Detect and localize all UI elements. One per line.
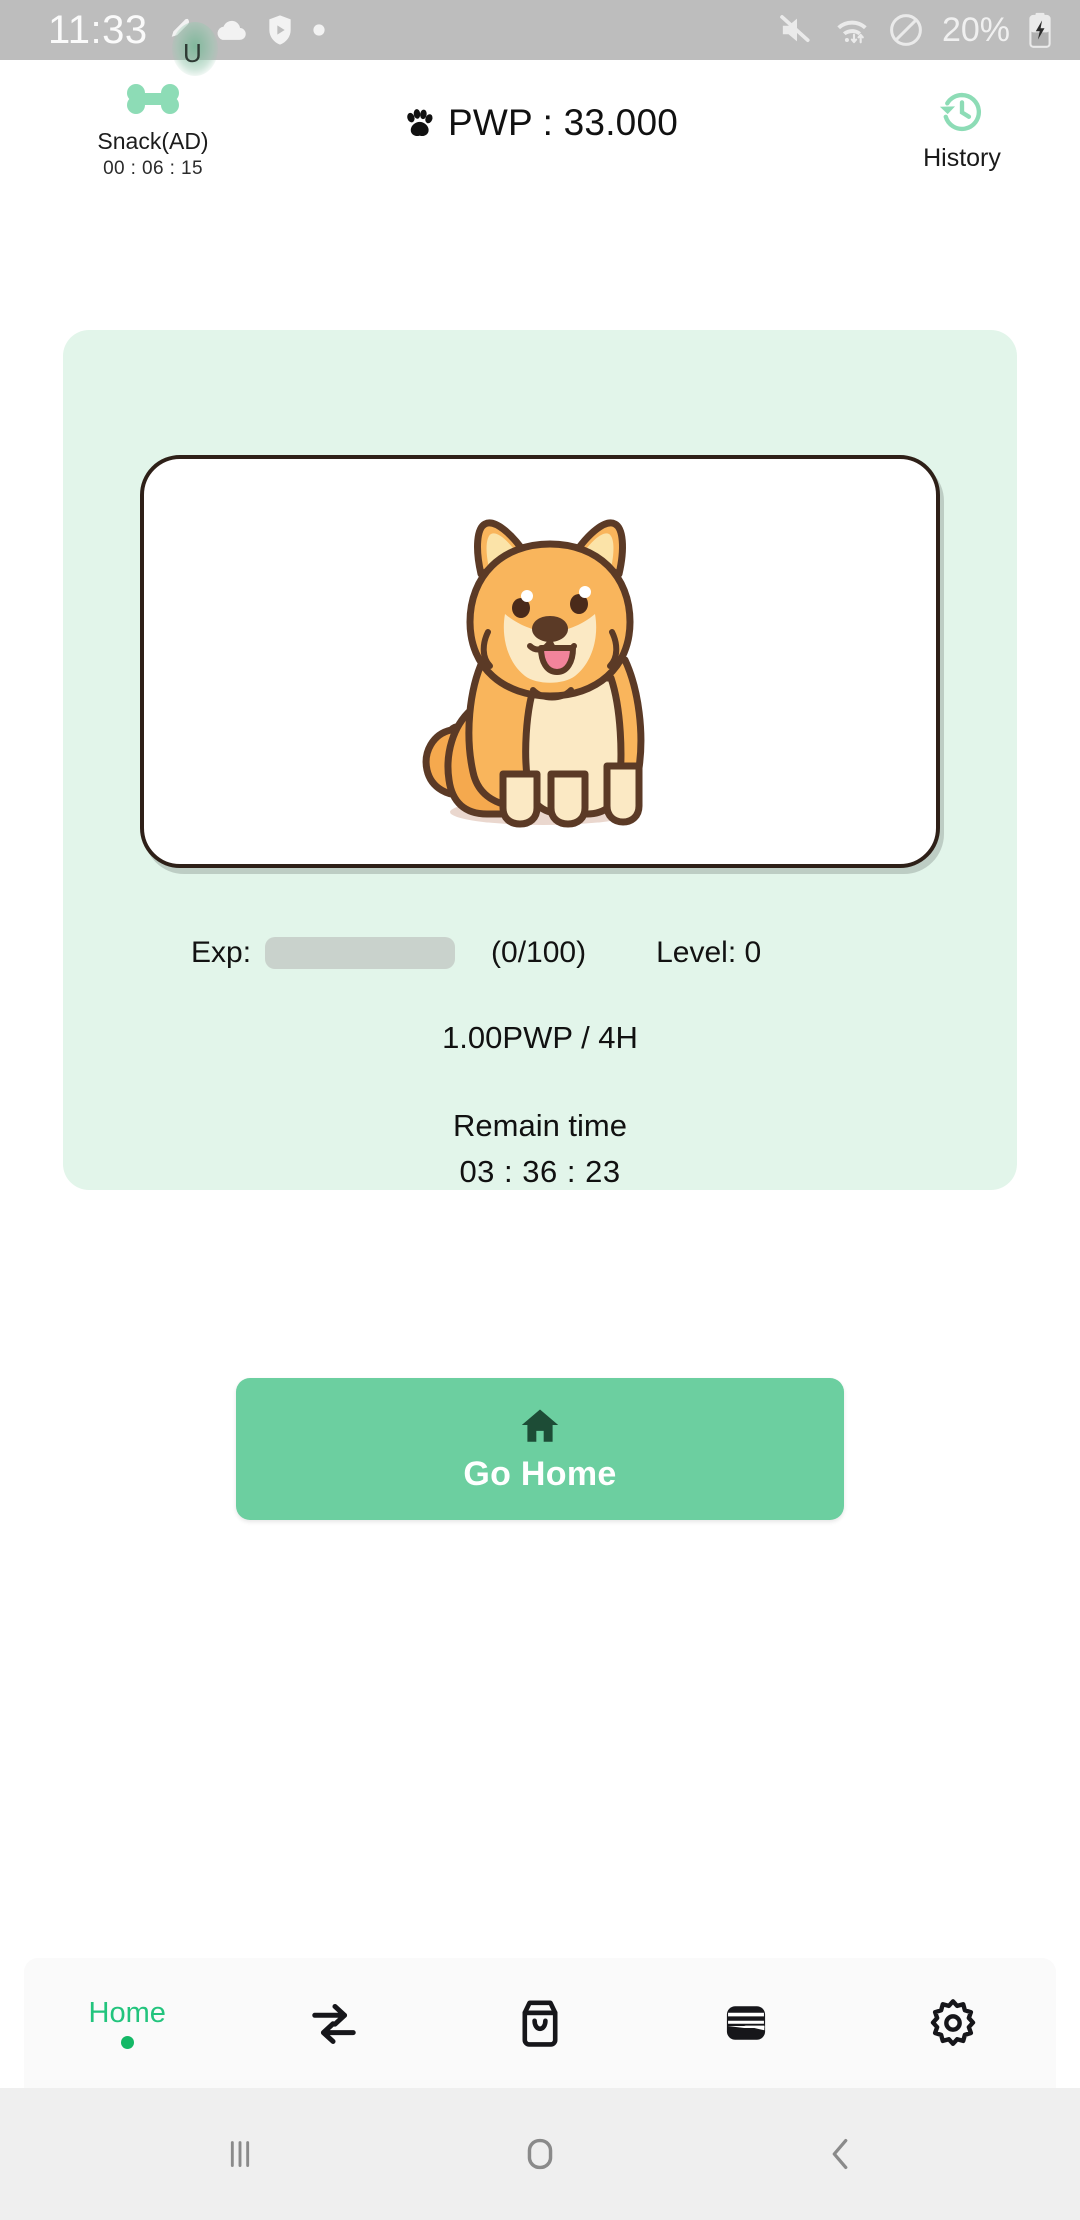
pet-image-frame <box>140 455 940 868</box>
system-recents-button[interactable] <box>175 2088 305 2220</box>
status-clock: 11:33 <box>48 7 148 52</box>
do-not-disturb-icon <box>890 14 922 46</box>
nav-item-wallet[interactable] <box>643 1958 849 2088</box>
snack-timer: 00 : 06 : 15 <box>103 158 203 180</box>
status-bar: 11:33 20% U <box>0 0 1080 76</box>
status-bar-right: 20% <box>778 11 1052 50</box>
recents-icon <box>230 2141 250 2167</box>
back-chevron-icon <box>832 2138 848 2170</box>
history-label: History <box>923 144 1001 172</box>
remain-time-title: Remain time <box>453 1108 627 1143</box>
home-icon <box>521 1409 559 1442</box>
pwp-balance-text: PWP : 33.000 <box>447 102 679 143</box>
nav-item-settings[interactable] <box>850 1958 1056 2088</box>
cloud-icon <box>217 20 246 40</box>
home-square-icon <box>527 2138 553 2170</box>
wifi-icon <box>837 20 867 44</box>
remain-time-value: 03 : 36 : 23 <box>459 1154 621 1189</box>
nav-label-home: Home <box>88 1997 166 2029</box>
main-content: Exp: (0/100) Level: 0 1.00PWP / 4H Remai… <box>0 210 1080 2088</box>
system-home-button[interactable] <box>475 2088 605 2220</box>
shiba-inu-illustration <box>422 518 645 827</box>
exp-count: (0/100) <box>491 936 587 969</box>
pen-blob-glyph: U <box>183 38 202 68</box>
pwp-rate: 1.00PWP / 4H <box>442 1020 638 1055</box>
exp-row: Exp: (0/100) Level: 0 <box>63 936 1017 970</box>
system-navigation-bar <box>0 2088 1080 2220</box>
shopping-bag-icon <box>522 2000 558 2047</box>
battery-percent: 20% <box>941 10 1010 49</box>
swap-arrows-icon <box>311 2003 356 2044</box>
pet-status-card: Exp: (0/100) Level: 0 1.00PWP / 4H Remai… <box>63 330 1017 1190</box>
wallet-icon <box>727 2006 766 2040</box>
exp-progress-bar <box>265 937 456 969</box>
snack-ad-button[interactable]: Snack(AD) 00 : 06 : 15 <box>58 82 248 180</box>
exp-level: Level: 0 <box>656 936 762 969</box>
app-header: Snack(AD) 00 : 06 : 15 PWP : 33.000 Hist… <box>0 60 1080 210</box>
nav-item-home[interactable]: Home <box>24 1958 230 2088</box>
go-home-button[interactable]: Go Home <box>236 1378 844 1520</box>
go-home-label: Go Home <box>463 1454 617 1493</box>
pwp-balance: PWP : 33.000 <box>402 102 678 144</box>
play-shield-icon <box>268 15 291 45</box>
gear-icon <box>930 1999 976 2047</box>
nav-active-dot <box>120 2036 134 2049</box>
nav-item-swap[interactable] <box>230 1958 436 2088</box>
dot-icon <box>313 24 325 36</box>
history-button[interactable]: History <box>892 86 1032 173</box>
system-back-button[interactable] <box>775 2088 905 2220</box>
bone-icon <box>127 84 179 114</box>
nav-item-shop[interactable] <box>437 1958 643 2088</box>
history-clock-icon <box>939 92 982 132</box>
snack-label: Snack(AD) <box>97 128 209 154</box>
battery-charging-icon <box>1029 12 1051 48</box>
bottom-navigation: Home <box>24 1958 1056 2088</box>
mute-icon <box>780 15 810 43</box>
app-screen: 11:33 20% U Snack(AD) 00: 06: 15 PWP:… <box>0 0 1080 2220</box>
exp-label: Exp: <box>191 936 252 969</box>
paw-icon <box>407 109 433 137</box>
